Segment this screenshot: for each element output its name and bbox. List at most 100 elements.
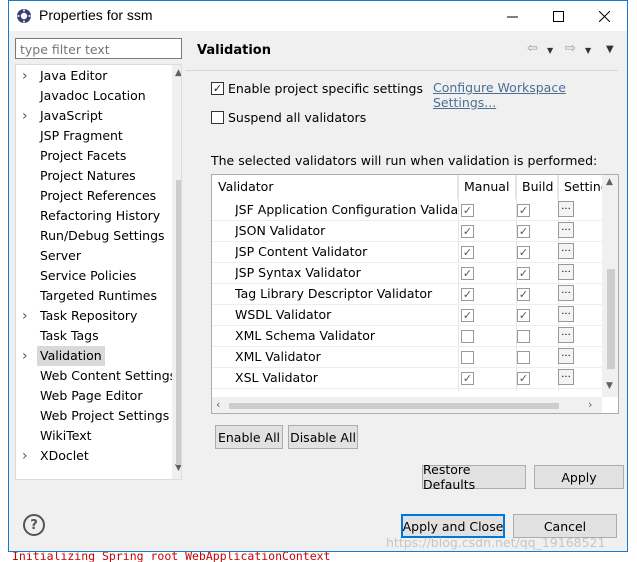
tree-item-label: Web Project Settings [40, 408, 170, 423]
tree-item[interactable]: Project Facets [16, 146, 176, 166]
tree-item-label: Targeted Runtimes [40, 288, 157, 303]
enable-project-checkbox[interactable] [211, 82, 224, 95]
settings-button[interactable]: ... [558, 201, 574, 217]
column-header-settings[interactable]: Settings [558, 175, 602, 199]
table-vertical-scrollbar-thumb[interactable] [607, 269, 615, 369]
settings-button[interactable]: ... [558, 369, 574, 385]
column-header-manual[interactable]: Manual [458, 175, 516, 199]
table-row[interactable]: JSF Application Configuration Validator.… [212, 200, 602, 221]
restore-defaults-button[interactable]: Restore Defaults [422, 462, 526, 492]
tree-item[interactable]: Refactoring History [16, 206, 176, 226]
column-header-validator[interactable]: Validator [212, 175, 458, 199]
expand-arrow-icon[interactable]: › [22, 446, 32, 466]
close-button[interactable] [581, 1, 627, 31]
table-row[interactable]: JSP Content Validator... [212, 242, 602, 263]
tree-scrollbar-thumb[interactable] [176, 180, 181, 465]
table-row[interactable]: XML Validator... [212, 347, 602, 368]
property-page-tree[interactable]: › XDoclet WikiText Web Project Settings Web … [15, 64, 182, 480]
apply-button[interactable]: Apply [534, 465, 624, 489]
tree-item[interactable]: › Validation [16, 346, 176, 366]
tree-item[interactable]: Web Project Settings [16, 406, 176, 426]
title-bar[interactable]: Properties for ssm [9, 1, 627, 31]
tree-item[interactable]: › Task Repository [16, 306, 176, 326]
expand-arrow-icon[interactable]: › [22, 306, 32, 326]
maximize-button[interactable] [535, 1, 581, 31]
expand-arrow-icon[interactable]: › [22, 106, 32, 126]
validator-name: XML Validator [235, 349, 321, 364]
tree-item[interactable]: › XDoclet [16, 446, 176, 466]
table-row[interactable]: JSP Syntax Validator... [212, 263, 602, 284]
settings-button[interactable]: ... [558, 306, 574, 322]
build-checkbox[interactable] [517, 246, 530, 259]
settings-button[interactable]: ... [558, 243, 574, 259]
settings-button[interactable]: ... [558, 348, 574, 364]
table-row[interactable]: JSON Validator... [212, 221, 602, 242]
table-row[interactable]: WSDL Validator... [212, 305, 602, 326]
manual-checkbox[interactable] [461, 288, 474, 301]
table-horizontal-scrollbar-thumb[interactable] [229, 403, 559, 409]
tree-item[interactable]: JSP Fragment [16, 126, 176, 146]
build-checkbox[interactable] [517, 351, 530, 364]
tree-item[interactable]: Project References [16, 186, 176, 206]
scroll-down-icon[interactable]: ▼ [606, 381, 613, 391]
tree-item[interactable]: WikiText [16, 426, 176, 446]
forward-arrow-icon[interactable]: ⇨ [565, 41, 576, 56]
tree-item[interactable]: Service Policies [16, 266, 176, 286]
settings-button[interactable]: ... [558, 285, 574, 301]
back-arrow-icon[interactable]: ⇦ [527, 41, 538, 56]
column-header-build[interactable]: Build [516, 175, 558, 199]
validator-name: JSON Validator [235, 223, 326, 238]
settings-button[interactable]: ... [558, 222, 574, 238]
expand-arrow-icon[interactable]: › [22, 66, 32, 86]
tree-item[interactable]: Task Tags [16, 326, 176, 346]
view-menu-icon[interactable]: ▼ [606, 44, 614, 55]
scroll-left-icon[interactable]: ‹ [216, 398, 220, 411]
enable-all-button[interactable]: Enable All [215, 425, 283, 449]
scroll-up-icon[interactable]: ▲ [175, 68, 181, 78]
expand-arrow-icon[interactable]: › [22, 346, 32, 366]
manual-checkbox[interactable] [461, 246, 474, 259]
manual-checkbox[interactable] [461, 372, 474, 385]
manual-checkbox[interactable] [461, 330, 474, 343]
configure-workspace-link[interactable]: Configure Workspace Settings... [433, 80, 627, 110]
tree-item[interactable]: Web Page Editor [16, 386, 176, 406]
table-row[interactable]: Tag Library Descriptor Validator... [212, 284, 602, 305]
validators-table[interactable]: Validator Manual Build Settings ▲ ▼ ‹ › … [211, 174, 619, 414]
build-checkbox[interactable] [517, 204, 530, 217]
manual-checkbox[interactable] [461, 225, 474, 238]
tree-item[interactable]: Project Natures [16, 166, 176, 186]
manual-checkbox[interactable] [461, 309, 474, 322]
forward-dropdown-icon[interactable]: ▼ [585, 46, 591, 55]
scroll-right-icon[interactable]: › [588, 398, 592, 411]
tree-item[interactable]: Run/Debug Settings [16, 226, 176, 246]
build-checkbox[interactable] [517, 372, 530, 385]
manual-checkbox[interactable] [461, 351, 474, 364]
settings-button[interactable]: ... [558, 264, 574, 280]
suspend-validators[interactable]: Suspend all validators [211, 110, 366, 125]
maximize-icon [552, 10, 564, 22]
build-checkbox[interactable] [517, 225, 530, 238]
table-row[interactable]: XSL Validator... [212, 368, 602, 389]
disable-all-button[interactable]: Disable All [288, 425, 358, 449]
build-checkbox[interactable] [517, 288, 530, 301]
enable-project-settings[interactable]: Enable project specific settings [211, 81, 423, 96]
minimize-button[interactable] [489, 1, 535, 31]
tree-item[interactable]: Web Content Settings [16, 366, 176, 386]
settings-button[interactable]: ... [558, 327, 574, 343]
tree-item[interactable]: Server [16, 246, 176, 266]
scroll-up-icon[interactable]: ▲ [606, 177, 613, 187]
help-icon[interactable]: ? [23, 514, 45, 536]
back-dropdown-icon[interactable]: ▼ [547, 46, 553, 55]
filter-input[interactable] [15, 38, 182, 59]
build-checkbox[interactable] [517, 267, 530, 280]
build-checkbox[interactable] [517, 330, 530, 343]
suspend-validators-checkbox[interactable] [211, 111, 224, 124]
manual-checkbox[interactable] [461, 204, 474, 217]
build-checkbox[interactable] [517, 309, 530, 322]
table-row[interactable]: XML Schema Validator... [212, 326, 602, 347]
tree-item[interactable]: Javadoc Location [16, 86, 176, 106]
manual-checkbox[interactable] [461, 267, 474, 280]
tree-item[interactable]: › JavaScript [16, 106, 176, 126]
tree-item[interactable]: › Java Editor [16, 66, 176, 86]
tree-item[interactable]: Targeted Runtimes [16, 286, 176, 306]
